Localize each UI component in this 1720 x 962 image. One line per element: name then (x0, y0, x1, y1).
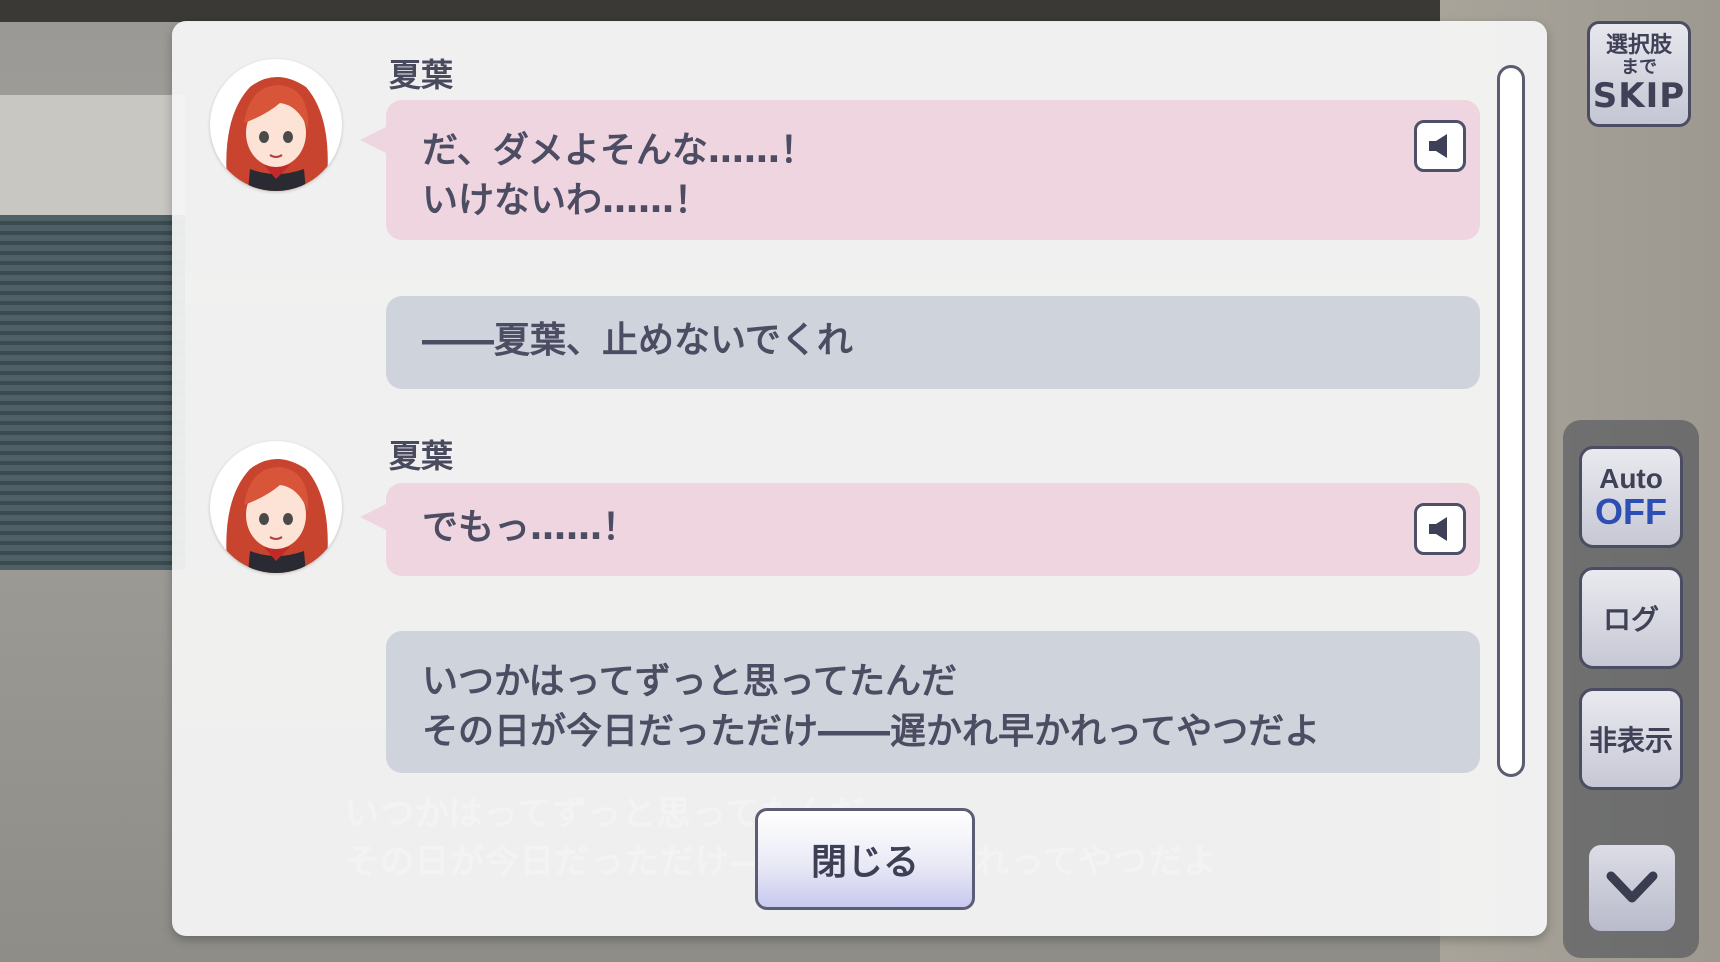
close-button[interactable]: 閉じる (755, 808, 975, 910)
dialogue-log-window: 夏葉 だ、ダメよそんな……！ いけないわ……！ ――夏葉、止めないでくれ 夏葉 (172, 21, 1547, 936)
bubble-tail (360, 126, 388, 154)
auto-state: OFF (1595, 491, 1667, 532)
dialogue-line: いけないわ……！ (422, 180, 711, 221)
dialogue-line: その日が今日だっただけ――遅かれ早かれってやつだよ (422, 711, 1321, 752)
avatar (210, 441, 342, 573)
hide-label: 非表示 (1588, 724, 1673, 757)
auto-toggle-button[interactable]: Auto OFF (1579, 446, 1683, 548)
log-button[interactable]: ログ (1579, 567, 1683, 669)
bubble-tail (360, 503, 388, 531)
skip-to-choice-button[interactable]: 選択肢 まで SKIP (1587, 21, 1691, 127)
speaker-name: 夏葉 (389, 56, 454, 94)
skip-label-line3: SKIP (1592, 76, 1686, 116)
auto-label: Auto (1599, 463, 1663, 494)
dialogue-line: いつかはってずっと思ってたんだ (422, 661, 957, 702)
character-portrait-icon (226, 77, 328, 191)
voice-play-button[interactable] (1414, 503, 1466, 555)
dialogue-line: でもっ……！ (422, 507, 639, 548)
avatar (210, 59, 342, 191)
background-vent-grill (0, 215, 185, 570)
skip-label-line1: 選択肢 (1605, 33, 1672, 58)
log-label: ログ (1602, 603, 1659, 636)
hide-ui-button[interactable]: 非表示 (1579, 688, 1683, 790)
speaker-icon (1429, 134, 1447, 158)
chevron-down-icon (1606, 871, 1658, 903)
voice-play-button[interactable] (1414, 120, 1466, 172)
dialogue-line: ――夏葉、止めないでくれ (422, 320, 853, 361)
skip-label-line2: まで (1621, 57, 1657, 78)
dialogue-line: だ、ダメよそんな……！ (422, 130, 816, 171)
dialogue-bubble: でもっ……！ (360, 483, 1480, 576)
collapse-menu-button[interactable] (1589, 845, 1675, 931)
dialogue-bubble-narration: ――夏葉、止めないでくれ (386, 296, 1480, 389)
dialogue-bubble: だ、ダメよそんな……！ いけないわ……！ (360, 100, 1480, 240)
speaker-icon (1429, 517, 1447, 541)
speaker-name: 夏葉 (389, 437, 454, 475)
character-portrait-icon (226, 459, 328, 573)
log-scrollbar[interactable] (1497, 65, 1525, 777)
dialogue-bubble-narration: いつかはってずっと思ってたんだ その日が今日だっただけ――遅かれ早かれってやつだ… (386, 631, 1480, 773)
